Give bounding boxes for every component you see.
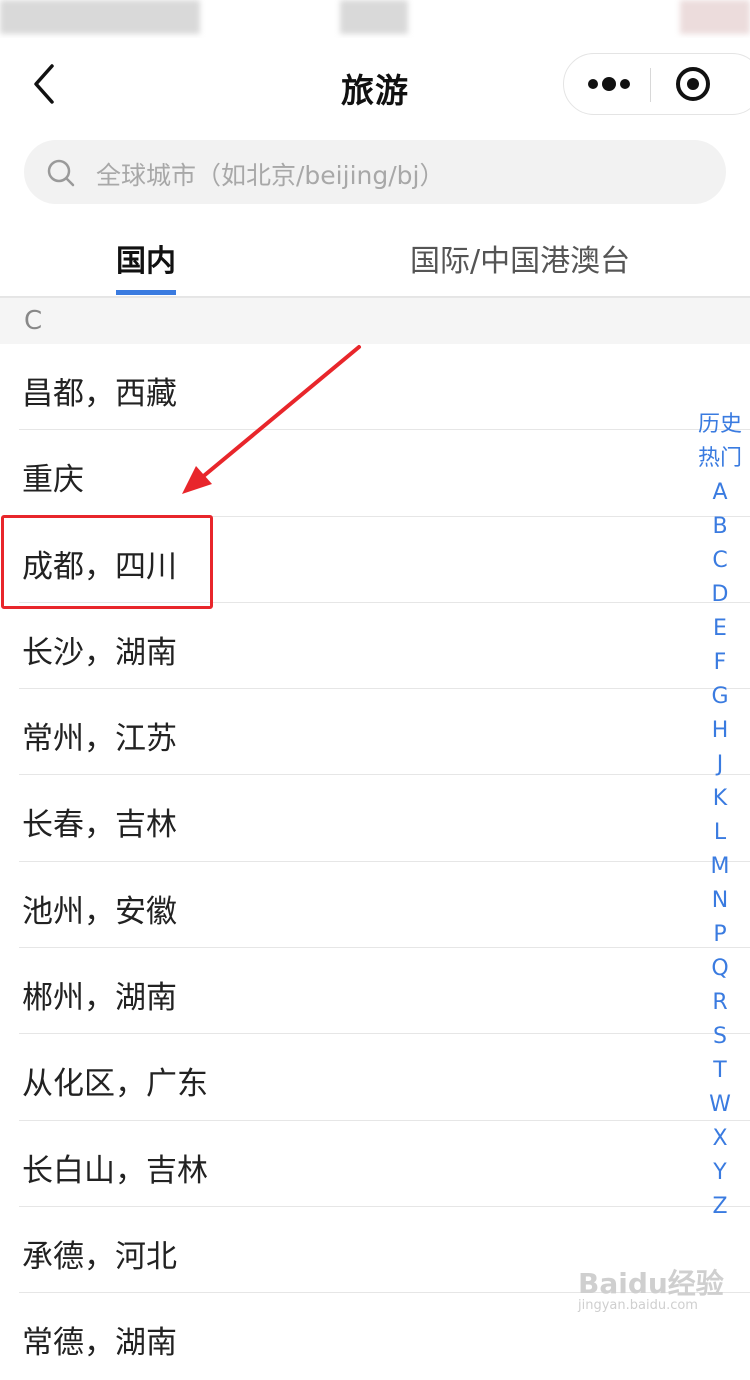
tab-international[interactable]: 国际/中国港澳台	[410, 236, 630, 280]
city-label: 昌都，西藏	[22, 376, 177, 412]
index-letter[interactable]: H	[690, 714, 750, 748]
city-label: 常州，江苏	[22, 721, 177, 758]
alphabet-index: 历史 热门 A B C D E F G H J K L M N P Q R S …	[690, 408, 750, 1224]
index-letter[interactable]: M	[690, 850, 750, 884]
nav-bar: 旅游	[0, 38, 750, 134]
section-header: C	[0, 298, 750, 344]
target-circle-icon	[676, 67, 710, 101]
city-item[interactable]: 郴州，湖南	[0, 948, 750, 1035]
tab-domestic[interactable]: 国内	[116, 236, 176, 280]
city-item[interactable]: 长白山，吉林	[0, 1121, 750, 1207]
city-label: 长白山，吉林	[22, 1152, 208, 1189]
city-item[interactable]: 昌都，西藏	[0, 344, 750, 431]
city-item[interactable]: 池州，安徽	[0, 862, 750, 949]
watermark-logo: Baidu经验	[578, 1267, 724, 1300]
city-label: 池州，安徽	[22, 893, 177, 930]
index-letter[interactable]: C	[690, 544, 750, 578]
city-list: 昌都，西藏 重庆 成都，四川 长沙，湖南 常州，江苏 长春，吉林 池州，安徽 郴…	[0, 344, 750, 1380]
city-label: 长沙，湖南	[22, 634, 177, 671]
index-letter[interactable]: S	[690, 1020, 750, 1054]
city-item[interactable]: 长沙，湖南	[0, 603, 750, 690]
watermark-domain: jingyan.baidu.com	[578, 1298, 698, 1313]
close-button[interactable]	[651, 54, 737, 114]
city-item[interactable]: 从化区，广东	[0, 1034, 750, 1121]
status-bar-blur	[680, 0, 750, 34]
index-letter[interactable]: A	[690, 476, 750, 510]
index-letter[interactable]: B	[690, 510, 750, 544]
index-letter[interactable]: F	[690, 646, 750, 680]
city-label: 常德，湖南	[22, 1325, 177, 1362]
status-bar	[0, 0, 750, 38]
index-letter[interactable]: W	[690, 1088, 750, 1122]
tab-active-indicator	[116, 290, 176, 295]
index-letter[interactable]: G	[690, 680, 750, 714]
index-letter[interactable]: D	[690, 578, 750, 612]
status-bar-blur	[0, 0, 200, 34]
index-letter[interactable]: N	[690, 884, 750, 918]
index-letter[interactable]: K	[690, 782, 750, 816]
tab-bar: 国内 国际/中国港澳台	[0, 210, 750, 296]
index-letter[interactable]: E	[690, 612, 750, 646]
city-label: 重庆	[22, 462, 84, 499]
more-button[interactable]	[564, 54, 650, 114]
index-letter[interactable]: P	[690, 918, 750, 952]
index-letter[interactable]: L	[690, 816, 750, 850]
index-letter[interactable]: X	[690, 1122, 750, 1156]
more-dots-icon	[588, 77, 630, 91]
annotation-highlight-box	[1, 515, 213, 609]
index-letter[interactable]: Y	[690, 1156, 750, 1190]
section-letter: C	[24, 306, 43, 336]
city-item[interactable]: 重庆	[0, 430, 750, 517]
city-item[interactable]: 长春，吉林	[0, 775, 750, 862]
index-history[interactable]: 历史	[690, 408, 750, 442]
index-letter[interactable]: J	[690, 748, 750, 782]
search-input[interactable]: 全球城市（如北京/beijing/bj）	[24, 140, 726, 204]
index-letter[interactable]: Q	[690, 952, 750, 986]
city-label: 长春，吉林	[22, 807, 177, 844]
city-label: 从化区，广东	[22, 1066, 208, 1103]
status-bar-blur	[340, 0, 408, 34]
capsule-menu	[563, 53, 750, 115]
index-letter[interactable]: T	[690, 1054, 750, 1088]
search-placeholder: 全球城市（如北京/beijing/bj）	[96, 161, 445, 190]
search-icon	[47, 159, 75, 187]
city-item[interactable]: 常州，江苏	[0, 689, 750, 776]
index-hot[interactable]: 热门	[690, 442, 750, 476]
city-label: 郴州，湖南	[22, 980, 177, 1017]
city-label: 承德，河北	[22, 1238, 177, 1275]
index-letter[interactable]: Z	[690, 1190, 750, 1224]
index-letter[interactable]: R	[690, 986, 750, 1020]
